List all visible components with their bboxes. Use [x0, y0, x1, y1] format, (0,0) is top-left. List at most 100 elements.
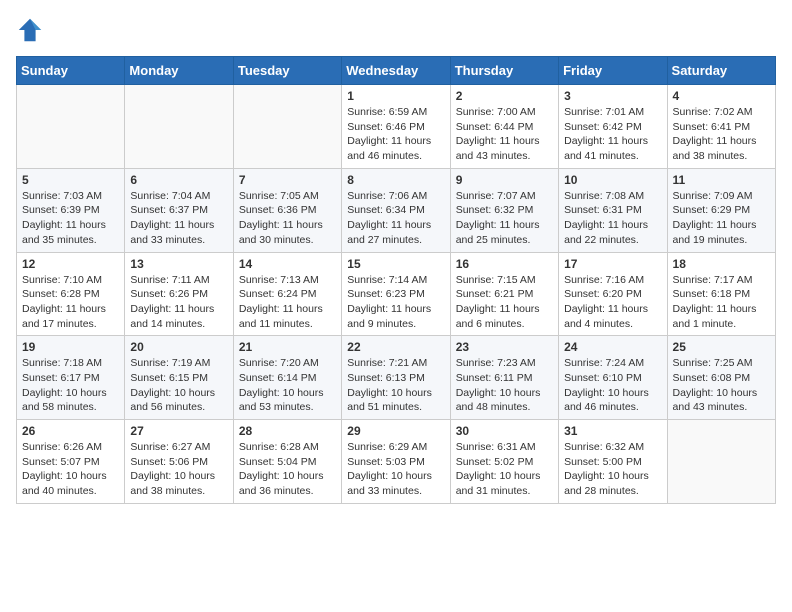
- day-number: 27: [130, 424, 227, 438]
- day-number: 26: [22, 424, 119, 438]
- calendar-cell: 18 Sunrise: 7:17 AM Sunset: 6:18 PM Dayli…: [667, 252, 775, 336]
- day-number: 24: [564, 340, 661, 354]
- day-info: Sunrise: 7:16 AM Sunset: 6:20 PM Dayligh…: [564, 273, 661, 332]
- day-info: Sunrise: 7:04 AM Sunset: 6:37 PM Dayligh…: [130, 189, 227, 248]
- day-info: Sunrise: 7:11 AM Sunset: 6:26 PM Dayligh…: [130, 273, 227, 332]
- calendar-cell: 12 Sunrise: 7:10 AM Sunset: 6:28 PM Dayli…: [17, 252, 125, 336]
- calendar-cell: 27 Sunrise: 6:27 AM Sunset: 5:06 PM Dayli…: [125, 420, 233, 504]
- calendar-cell: 7 Sunrise: 7:05 AM Sunset: 6:36 PM Daylig…: [233, 168, 341, 252]
- weekday-header-tuesday: Tuesday: [233, 57, 341, 85]
- calendar-cell: 28 Sunrise: 6:28 AM Sunset: 5:04 PM Dayli…: [233, 420, 341, 504]
- day-number: 5: [22, 173, 119, 187]
- day-info: Sunrise: 6:32 AM Sunset: 5:00 PM Dayligh…: [564, 440, 661, 499]
- day-info: Sunrise: 7:00 AM Sunset: 6:44 PM Dayligh…: [456, 105, 553, 164]
- calendar-week-row: 12 Sunrise: 7:10 AM Sunset: 6:28 PM Dayli…: [17, 252, 776, 336]
- day-info: Sunrise: 7:01 AM Sunset: 6:42 PM Dayligh…: [564, 105, 661, 164]
- day-info: Sunrise: 7:02 AM Sunset: 6:41 PM Dayligh…: [673, 105, 770, 164]
- day-number: 2: [456, 89, 553, 103]
- calendar-cell: 31Sunrise: 6:32 AM Sunset: 5:00 PM Dayli…: [559, 420, 667, 504]
- weekday-header-thursday: Thursday: [450, 57, 558, 85]
- calendar-cell: 9 Sunrise: 7:07 AM Sunset: 6:32 PM Daylig…: [450, 168, 558, 252]
- day-number: 23: [456, 340, 553, 354]
- calendar-cell: 6 Sunrise: 7:04 AM Sunset: 6:37 PM Daylig…: [125, 168, 233, 252]
- calendar-cell: [667, 420, 775, 504]
- day-info: Sunrise: 7:21 AM Sunset: 6:13 PM Dayligh…: [347, 356, 444, 415]
- calendar-cell: 24 Sunrise: 7:24 AM Sunset: 6:10 PM Dayli…: [559, 336, 667, 420]
- day-number: 3: [564, 89, 661, 103]
- calendar-cell: 15Sunrise: 7:14 AM Sunset: 6:23 PM Dayli…: [342, 252, 450, 336]
- weekday-header-sunday: Sunday: [17, 57, 125, 85]
- day-number: 13: [130, 257, 227, 271]
- calendar-cell: 11 Sunrise: 7:09 AM Sunset: 6:29 PM Dayli…: [667, 168, 775, 252]
- day-number: 4: [673, 89, 770, 103]
- calendar-cell: 26 Sunrise: 6:26 AM Sunset: 5:07 PM Dayli…: [17, 420, 125, 504]
- day-info: Sunrise: 7:08 AM Sunset: 6:31 PM Dayligh…: [564, 189, 661, 248]
- logo: [16, 16, 48, 44]
- day-number: 6: [130, 173, 227, 187]
- calendar-cell: 3 Sunrise: 7:01 AM Sunset: 6:42 PM Daylig…: [559, 85, 667, 169]
- day-info: Sunrise: 7:24 AM Sunset: 6:10 PM Dayligh…: [564, 356, 661, 415]
- day-number: 29: [347, 424, 444, 438]
- day-info: Sunrise: 6:27 AM Sunset: 5:06 PM Dayligh…: [130, 440, 227, 499]
- calendar-table: SundayMondayTuesdayWednesdayThursdayFrid…: [16, 56, 776, 504]
- day-info: Sunrise: 6:26 AM Sunset: 5:07 PM Dayligh…: [22, 440, 119, 499]
- calendar-cell: 17 Sunrise: 7:16 AM Sunset: 6:20 PM Dayli…: [559, 252, 667, 336]
- calendar-cell: 25 Sunrise: 7:25 AM Sunset: 6:08 PM Dayli…: [667, 336, 775, 420]
- calendar-cell: 1 Sunrise: 6:59 AM Sunset: 6:46 PM Daylig…: [342, 85, 450, 169]
- day-number: 15: [347, 257, 444, 271]
- day-number: 19: [22, 340, 119, 354]
- weekday-header-friday: Friday: [559, 57, 667, 85]
- day-number: 25: [673, 340, 770, 354]
- day-info: Sunrise: 7:05 AM Sunset: 6:36 PM Dayligh…: [239, 189, 336, 248]
- weekday-header-saturday: Saturday: [667, 57, 775, 85]
- calendar-week-row: 19 Sunrise: 7:18 AM Sunset: 6:17 PM Dayli…: [17, 336, 776, 420]
- day-number: 22: [347, 340, 444, 354]
- calendar-cell: 30 Sunrise: 6:31 AM Sunset: 5:02 PM Dayli…: [450, 420, 558, 504]
- day-number: 1: [347, 89, 444, 103]
- day-number: 30: [456, 424, 553, 438]
- day-info: Sunrise: 6:31 AM Sunset: 5:02 PM Dayligh…: [456, 440, 553, 499]
- day-info: Sunrise: 7:13 AM Sunset: 6:24 PM Dayligh…: [239, 273, 336, 332]
- calendar-cell: [233, 85, 341, 169]
- calendar-cell: 29 Sunrise: 6:29 AM Sunset: 5:03 PM Dayli…: [342, 420, 450, 504]
- calendar-cell: 22 Sunrise: 7:21 AM Sunset: 6:13 PM Dayli…: [342, 336, 450, 420]
- page-header: [16, 16, 776, 44]
- day-number: 12: [22, 257, 119, 271]
- day-number: 17: [564, 257, 661, 271]
- day-number: 28: [239, 424, 336, 438]
- day-info: Sunrise: 7:20 AM Sunset: 6:14 PM Dayligh…: [239, 356, 336, 415]
- calendar-cell: 4 Sunrise: 7:02 AM Sunset: 6:41 PM Daylig…: [667, 85, 775, 169]
- calendar-cell: [125, 85, 233, 169]
- day-info: Sunrise: 7:07 AM Sunset: 6:32 PM Dayligh…: [456, 189, 553, 248]
- weekday-header-wednesday: Wednesday: [342, 57, 450, 85]
- calendar-cell: 8Sunrise: 7:06 AM Sunset: 6:34 PM Daylig…: [342, 168, 450, 252]
- weekday-header-monday: Monday: [125, 57, 233, 85]
- calendar-week-row: 26 Sunrise: 6:26 AM Sunset: 5:07 PM Dayli…: [17, 420, 776, 504]
- day-number: 10: [564, 173, 661, 187]
- day-number: 18: [673, 257, 770, 271]
- day-number: 16: [456, 257, 553, 271]
- calendar-cell: 16Sunrise: 7:15 AM Sunset: 6:21 PM Dayli…: [450, 252, 558, 336]
- day-info: Sunrise: 7:18 AM Sunset: 6:17 PM Dayligh…: [22, 356, 119, 415]
- day-info: Sunrise: 6:59 AM Sunset: 6:46 PM Dayligh…: [347, 105, 444, 164]
- calendar-cell: 20Sunrise: 7:19 AM Sunset: 6:15 PM Dayli…: [125, 336, 233, 420]
- day-number: 9: [456, 173, 553, 187]
- day-info: Sunrise: 7:09 AM Sunset: 6:29 PM Dayligh…: [673, 189, 770, 248]
- calendar-week-row: 5Sunrise: 7:03 AM Sunset: 6:39 PM Daylig…: [17, 168, 776, 252]
- day-number: 21: [239, 340, 336, 354]
- day-number: 11: [673, 173, 770, 187]
- day-info: Sunrise: 7:10 AM Sunset: 6:28 PM Dayligh…: [22, 273, 119, 332]
- day-info: Sunrise: 6:28 AM Sunset: 5:04 PM Dayligh…: [239, 440, 336, 499]
- day-info: Sunrise: 7:25 AM Sunset: 6:08 PM Dayligh…: [673, 356, 770, 415]
- weekday-header-row: SundayMondayTuesdayWednesdayThursdayFrid…: [17, 57, 776, 85]
- day-info: Sunrise: 6:29 AM Sunset: 5:03 PM Dayligh…: [347, 440, 444, 499]
- day-info: Sunrise: 7:06 AM Sunset: 6:34 PM Dayligh…: [347, 189, 444, 248]
- calendar-cell: 13 Sunrise: 7:11 AM Sunset: 6:26 PM Dayli…: [125, 252, 233, 336]
- day-number: 7: [239, 173, 336, 187]
- day-info: Sunrise: 7:17 AM Sunset: 6:18 PM Dayligh…: [673, 273, 770, 332]
- calendar-cell: 19 Sunrise: 7:18 AM Sunset: 6:17 PM Dayli…: [17, 336, 125, 420]
- calendar-cell: [17, 85, 125, 169]
- calendar-week-row: 1 Sunrise: 6:59 AM Sunset: 6:46 PM Daylig…: [17, 85, 776, 169]
- day-number: 14: [239, 257, 336, 271]
- day-info: Sunrise: 7:19 AM Sunset: 6:15 PM Dayligh…: [130, 356, 227, 415]
